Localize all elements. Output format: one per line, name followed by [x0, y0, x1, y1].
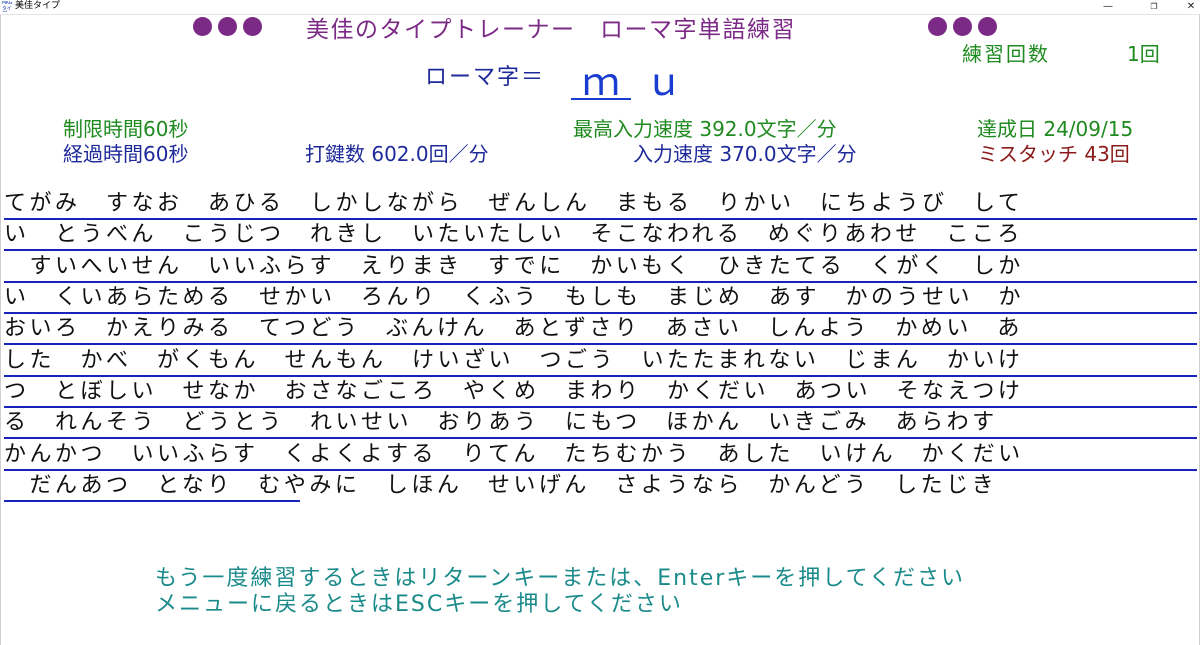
input-speed: 入力速度 370.0文字／分: [633, 142, 857, 166]
text-line: い くいあらためる せかい ろんり くふう もしも まじめ あす かのうせい か: [4, 284, 1197, 314]
line-text: る れんそう どうとう れいせい おりあう にもつ ほかん いきごみ あらわす: [4, 410, 998, 435]
dot-icon: [193, 17, 212, 36]
line-text: だんあつ となり むやみに しほん せいげん さようなら かんどう したじき: [4, 473, 998, 498]
text-line: だんあつ となり むやみに しほん せいげん さようなら かんどう したじき: [4, 472, 1197, 502]
retry-message: もう一度練習するときはリターンキーまたは、Enterキーを押してください: [155, 566, 965, 591]
line-rule-partial: [4, 500, 300, 502]
line-text: すいへいせん いいふらす えりまき すでに かいもく ひきたてる くがく しか: [4, 254, 1024, 279]
line-rule: [4, 343, 1197, 345]
text-line: つ とぼしい せなか おさなごころ やくめ まわり かくだい あつい そなえつけ: [4, 378, 1197, 408]
text-line: した かべ がくもん せんもん けいざい つごう いたたまれない じまん かいけ: [4, 347, 1197, 377]
line-rule: [4, 281, 1197, 283]
romaji-remaining: ｕ: [645, 60, 684, 104]
keystroke-rate: 打鍵数 602.0回／分: [305, 142, 489, 166]
minimize-button[interactable]: —: [1085, 0, 1131, 14]
line-text: つ とぼしい せなか おさなごころ やくめ まわり かくだい あつい そなえつけ: [4, 379, 1024, 404]
line-text: かんかつ いいふらす くよくよする りてん たちむかう あした いけん かくだい: [4, 442, 1024, 467]
line-text: い とうべん こうじつ れきし いたいたしい そこなわれる めぐりあわせ こころ: [4, 222, 1023, 247]
mistouch-count: ミスタッチ 43回: [978, 142, 1130, 166]
elapsed-time: 経過時間60秒: [63, 142, 189, 166]
text-line: かんかつ いいふらす くよくよする りてん たちむかう あした いけん かくだい: [4, 441, 1197, 471]
practice-count-label: 練習回数: [962, 42, 1050, 66]
line-rule: [4, 469, 1197, 471]
line-rule: [4, 437, 1197, 439]
close-button[interactable]: ✕: [1168, 0, 1200, 14]
text-line: すいへいせん いいふらす えりまき すでに かいもく ひきたてる くがく しか: [4, 253, 1197, 283]
text-line: る れんそう どうとう れいせい おりあう にもつ ほかん いきごみ あらわす: [4, 409, 1197, 439]
line-rule: [4, 375, 1197, 377]
line-text: てがみ すなお あひる しかしながら ぜんしん まもる りかい にちようび して: [4, 191, 1024, 216]
dot-icon: [953, 17, 972, 36]
app-icon: MKG タイプ: [2, 1, 12, 12]
romaji-label: ローマ字＝: [425, 65, 546, 90]
dot-icon: [978, 17, 997, 36]
menu-message: メニューに戻るときはESCキーを押してください: [155, 592, 683, 617]
page-title: 美佳のタイプトレーナー ローマ字単語練習: [306, 17, 796, 43]
text-line: い とうべん こうじつ れきし いたいたしい そこなわれる めぐりあわせ こころ: [4, 221, 1197, 251]
decor-dots-left: [193, 17, 262, 36]
window-titlebar: MKG タイプ 美佳タイプ — ❐ ✕: [0, 0, 1200, 15]
time-limit: 制限時間60秒: [63, 117, 189, 141]
line-text: おいろ かえりみる てつどう ぶんけん あとずさり あさい しんよう かめい あ: [4, 316, 1023, 341]
line-rule: [4, 312, 1197, 314]
text-line: てがみ すなお あひる しかしながら ぜんしん まもる りかい にちようび して: [4, 190, 1197, 220]
window-left-border: [0, 15, 1, 645]
dot-icon: [928, 17, 947, 36]
dot-icon: [243, 17, 262, 36]
line-text: した かべ がくもん せんもん けいざい つごう いたたまれない じまん かいけ: [4, 348, 1024, 373]
decor-dots-right: [928, 17, 997, 36]
best-speed: 最高入力速度 392.0文字／分: [573, 117, 837, 141]
line-text: い くいあらためる せかい ろんり くふう もしも まじめ あす かのうせい か: [4, 285, 1025, 310]
text-line: おいろ かえりみる てつどう ぶんけん あとずさり あさい しんよう かめい あ: [4, 315, 1197, 345]
dot-icon: [218, 17, 237, 36]
line-rule: [4, 218, 1197, 220]
achieved-date: 達成日 24/09/15: [977, 117, 1134, 141]
practice-count-value: 1回: [1127, 42, 1160, 66]
line-rule: [4, 406, 1197, 408]
romaji-typed: ｍ: [571, 60, 631, 104]
line-rule: [4, 249, 1197, 251]
window-title: 美佳タイプ: [15, 1, 61, 11]
